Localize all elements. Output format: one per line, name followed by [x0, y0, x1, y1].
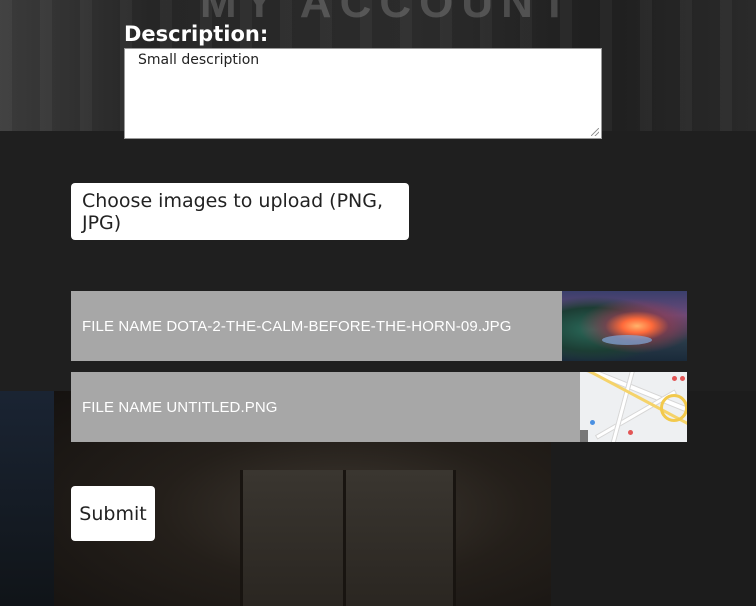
description-label: Description:	[124, 22, 269, 46]
description-textarea[interactable]: Small description	[124, 48, 602, 139]
uploaded-file-row: FILE NAME DOTA-2-THE-CALM-BEFORE-THE-HOR…	[71, 291, 687, 361]
description-text: Small description	[138, 52, 260, 68]
submit-button[interactable]: Submit	[71, 486, 155, 541]
uploaded-file-row: FILE NAME UNTITLED.PNG	[71, 372, 687, 442]
resize-handle-icon[interactable]	[591, 128, 599, 136]
background-image-edge	[0, 391, 54, 606]
choose-images-button[interactable]: Choose images to upload (PNG, JPG)	[71, 183, 409, 240]
map-image-thumbnail	[580, 372, 687, 442]
landscape-image-thumbnail	[562, 291, 687, 361]
file-name: FILE NAME DOTA-2-THE-CALM-BEFORE-THE-HOR…	[82, 317, 512, 335]
file-name: FILE NAME UNTITLED.PNG	[82, 398, 278, 416]
window-decoration	[240, 470, 456, 606]
